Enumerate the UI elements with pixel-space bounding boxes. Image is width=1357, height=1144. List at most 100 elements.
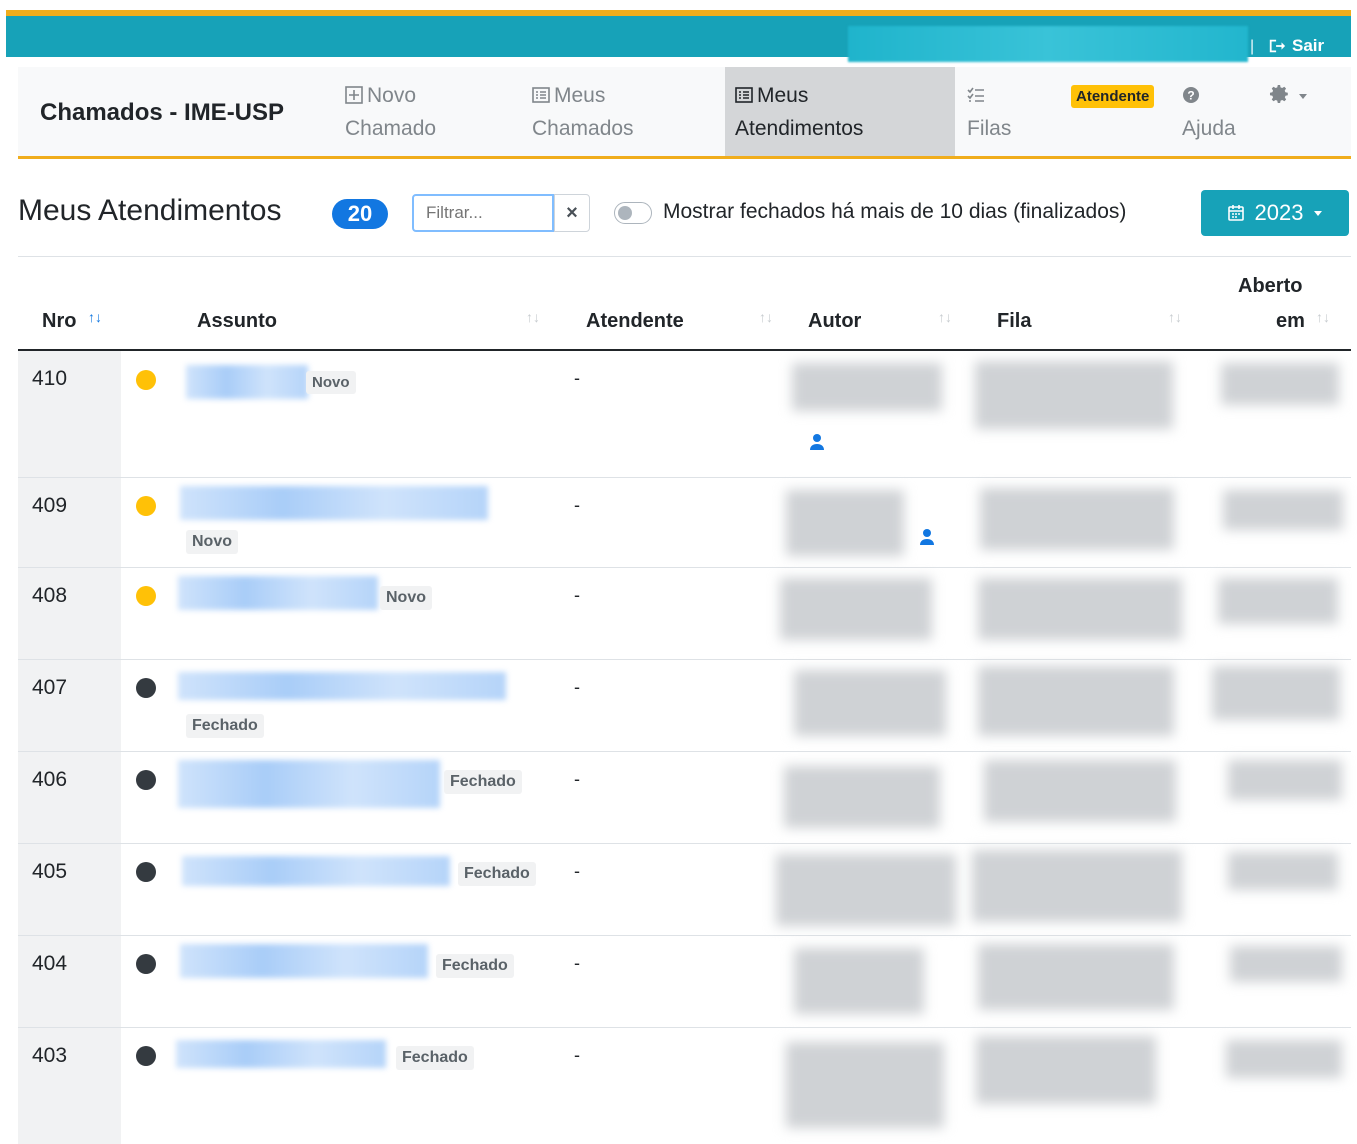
status-badge: Fechado — [444, 770, 522, 794]
nav-meus-atendimentos[interactable]: Meus Atendimentos — [725, 67, 955, 156]
status-dot — [136, 954, 156, 974]
subject-link[interactable] — [176, 1040, 386, 1068]
ticket-number: 407 — [32, 676, 68, 699]
plus-square-icon — [345, 86, 363, 104]
table-row[interactable]: 408 Novo - — [18, 568, 1351, 660]
attendant-cell: - — [574, 1045, 580, 1065]
attendant-cell: - — [574, 677, 580, 697]
sort-icon[interactable]: ↑↓ — [938, 309, 952, 325]
sort-icon[interactable]: ↑↓ — [526, 309, 540, 325]
opened-at-cell — [1221, 363, 1339, 405]
nro-cell — [18, 752, 121, 843]
table-row[interactable]: 407 Fechado - — [18, 660, 1351, 752]
attendant-cell: - — [574, 368, 580, 388]
attendant-cell: - — [574, 585, 580, 605]
logout-link[interactable]: Sair — [1268, 36, 1324, 56]
nav-novo-chamado[interactable]: Novo Chamado — [345, 79, 436, 145]
year-dropdown[interactable]: 2023 — [1201, 190, 1349, 236]
status-badge: Fechado — [396, 1046, 474, 1070]
status-dot — [136, 862, 156, 882]
clear-filter-button[interactable]: × — [554, 194, 590, 232]
subject-link[interactable] — [178, 576, 378, 610]
author-cell — [776, 854, 956, 926]
caret-down-icon — [1314, 211, 1323, 216]
ticket-number: 406 — [32, 768, 68, 791]
user-icon[interactable] — [808, 433, 826, 451]
subject-link[interactable] — [180, 486, 488, 520]
opened-at-cell — [1218, 578, 1338, 624]
table-row[interactable]: 406 Fechado - — [18, 752, 1351, 844]
table-header: Nro ↑↓ Assunto ↑↓ Atendente ↑↓ Autor ↑↓ … — [18, 256, 1351, 351]
sort-icon[interactable]: ↑↓ — [1316, 309, 1330, 325]
author-cell — [786, 1042, 944, 1128]
tasks-icon — [967, 87, 984, 102]
nav-meus-atendimentos-line1: Meus — [757, 84, 809, 107]
header-fila[interactable]: Fila — [997, 310, 1031, 333]
header-assunto[interactable]: Assunto — [197, 310, 277, 333]
attendant-cell: - — [574, 495, 580, 515]
nro-cell — [18, 568, 121, 659]
table-row[interactable]: 409 Novo - — [18, 478, 1351, 568]
nro-cell — [18, 478, 121, 567]
nav-filas[interactable]: Filas — [967, 79, 1011, 145]
ticket-number: 405 — [32, 860, 68, 883]
subject-link[interactable] — [186, 365, 308, 399]
filter-input[interactable] — [412, 194, 554, 232]
show-closed-toggle[interactable] — [614, 202, 652, 224]
brand-title[interactable]: Chamados - IME-USP — [40, 99, 284, 127]
status-dot — [136, 678, 156, 698]
svg-text:?: ? — [1187, 89, 1194, 103]
header-aberto-line2[interactable]: em — [1276, 310, 1305, 333]
queue-cell — [984, 760, 1176, 822]
user-icon[interactable] — [918, 528, 936, 546]
header-nro[interactable]: Nro — [42, 310, 76, 333]
queue-cell — [975, 361, 1173, 429]
queue-cell — [978, 944, 1174, 1010]
sort-icon[interactable]: ↑↓ — [759, 309, 773, 325]
nav-novo-line1: Novo — [367, 84, 417, 107]
nav-ajuda-label: Ajuda — [1182, 117, 1236, 140]
opened-at-cell — [1223, 490, 1343, 530]
opened-at-cell — [1226, 1040, 1342, 1078]
logout-label: Sair — [1292, 36, 1325, 55]
ticket-number: 403 — [32, 1044, 68, 1067]
author-cell — [780, 578, 932, 640]
table-row[interactable]: 405 Fechado - — [18, 844, 1351, 936]
ticket-number: 408 — [32, 584, 68, 607]
status-badge: Fechado — [436, 954, 514, 978]
nav-meus-chamados[interactable]: Meus Chamados — [532, 79, 634, 145]
status-dot — [136, 770, 156, 790]
role-badge: Atendente — [1071, 85, 1155, 108]
subject-link[interactable] — [182, 856, 450, 886]
status-badge: Novo — [306, 371, 356, 394]
table-row[interactable]: 403 Fechado - — [18, 1028, 1351, 1144]
ticket-number: 409 — [32, 494, 68, 517]
subject-link[interactable] — [178, 760, 440, 808]
opened-at-cell — [1228, 852, 1338, 890]
author-cell — [786, 490, 904, 556]
sort-icon[interactable]: ↑↓ — [1168, 309, 1182, 325]
subject-link[interactable] — [178, 672, 506, 700]
subject-link[interactable] — [180, 944, 428, 978]
nav-meus-chamados-line1: Meus — [554, 84, 606, 107]
list-alt-icon — [735, 87, 753, 103]
sort-desc-icon[interactable]: ↑↓ — [88, 309, 102, 325]
attendant-cell: - — [574, 953, 580, 973]
status-badge: Novo — [186, 530, 238, 554]
header-aberto-line1[interactable]: Aberto — [1238, 275, 1302, 298]
nav-ajuda[interactable]: ? Ajuda — [1182, 79, 1236, 145]
header-autor[interactable]: Autor — [808, 310, 861, 333]
status-dot — [136, 586, 156, 606]
show-closed-label[interactable]: Mostrar fechados há mais de 10 dias (fin… — [663, 200, 1126, 224]
main-navbar: Chamados - IME-USP Novo Chamado Meus Cha… — [18, 67, 1351, 159]
table-row[interactable]: 410 Novo - — [18, 351, 1351, 478]
page-title: Meus Atendimentos — [18, 194, 282, 227]
header-atendente[interactable]: Atendente — [586, 310, 684, 333]
topbar-separator: | — [1250, 38, 1255, 55]
status-dot — [136, 496, 156, 516]
queue-cell — [980, 488, 1174, 550]
settings-dropdown[interactable] — [1268, 83, 1308, 110]
nro-cell — [18, 844, 121, 935]
author-cell — [794, 670, 946, 736]
table-row[interactable]: 404 Fechado - — [18, 936, 1351, 1028]
